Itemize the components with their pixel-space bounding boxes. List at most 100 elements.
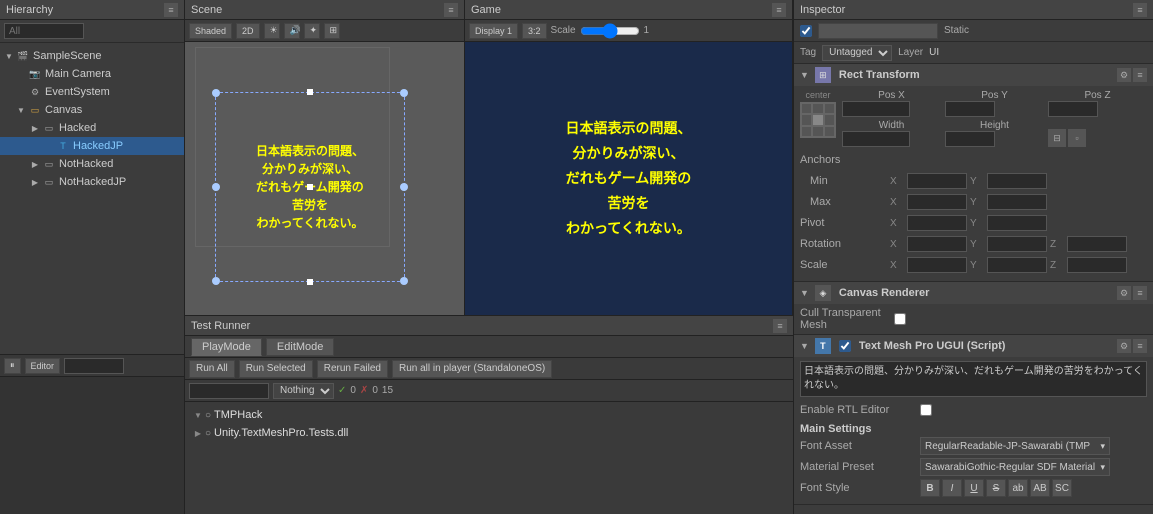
sidebar-item-main-camera[interactable]: 📷 Main Camera bbox=[0, 65, 184, 83]
sidebar-item-hacked[interactable]: ▶ ▭ Hacked bbox=[0, 119, 184, 137]
pause-button[interactable]: ⏸ bbox=[4, 358, 21, 374]
smallcaps-btn[interactable]: SC bbox=[1052, 479, 1072, 497]
rotation-z[interactable]: 0 bbox=[1067, 236, 1127, 252]
expand-arrow: ▼ bbox=[193, 410, 203, 420]
sidebar-item-canvas[interactable]: ▼ ▭ Canvas bbox=[0, 101, 184, 119]
width-field[interactable]: 307.2 bbox=[842, 131, 910, 147]
run-all-btn[interactable]: Run All bbox=[189, 360, 235, 378]
sidebar-item-hacked-jp[interactable]: T HackedJP bbox=[0, 137, 184, 155]
x-count: 0 bbox=[372, 385, 378, 396]
rect-transform-menu-btn[interactable]: ≡ bbox=[1133, 68, 1147, 82]
canvas-renderer-header[interactable]: ▼ ◈ Canvas Renderer ⚙ ≡ bbox=[794, 282, 1153, 304]
pos-y-field[interactable]: 0 bbox=[945, 101, 995, 117]
test-runner-options-btn[interactable]: ≡ bbox=[773, 319, 787, 333]
console-search[interactable] bbox=[64, 358, 124, 374]
pivot-x[interactable]: 0.5 bbox=[907, 215, 967, 231]
game-toolbar: Display 1 3:2 Scale 1 bbox=[465, 20, 792, 42]
height-field[interactable]: 305.2 bbox=[945, 131, 995, 147]
rerun-failed-btn[interactable]: Rerun Failed bbox=[317, 360, 388, 378]
scene-lighting-btn[interactable]: ☀ bbox=[264, 23, 280, 39]
anchor-min-x[interactable]: 0.5 bbox=[907, 173, 967, 189]
run-selected-btn[interactable]: Run Selected bbox=[239, 360, 313, 378]
bold-btn[interactable]: B bbox=[920, 479, 940, 497]
inspector-panel: Inspector ≡ HackedJP Static Tag Untagged… bbox=[793, 0, 1153, 514]
rotation-x[interactable]: 0 bbox=[907, 236, 967, 252]
run-all-player-btn[interactable]: Run all in player (StandaloneOS) bbox=[392, 360, 552, 378]
sidebar-item-eventsystem[interactable]: ⚙ EventSystem bbox=[0, 83, 184, 101]
hierarchy-title: Hierarchy bbox=[6, 4, 53, 16]
canvas-renderer-settings-btn[interactable]: ⚙ bbox=[1117, 286, 1131, 300]
sidebar-item-sample-scene[interactable]: ▼ 🎬 SampleScene bbox=[0, 47, 184, 65]
test-tree-item-tmphack[interactable]: ▼ ○ TMPHack bbox=[189, 406, 789, 424]
hierarchy-search[interactable] bbox=[4, 23, 84, 39]
test-filter-toolbar: Nothing ✓ 0 ✗ 0 15 bbox=[185, 380, 793, 402]
scene-audio-btn[interactable]: 🔊 bbox=[284, 23, 300, 39]
underline-btn[interactable]: U bbox=[964, 479, 984, 497]
text-mesh-pro-header[interactable]: ▼ T Text Mesh Pro UGUI (Script) ⚙ ≡ bbox=[794, 335, 1153, 357]
y-label: Y bbox=[970, 218, 984, 229]
anchors-label: Anchors bbox=[800, 154, 890, 166]
tmp-menu-btn[interactable]: ≡ bbox=[1133, 339, 1147, 353]
scene-effects-btn[interactable]: ✦ bbox=[304, 23, 320, 39]
anchor-max-label: Max bbox=[800, 196, 890, 208]
expand-arrow: ▼ bbox=[4, 51, 14, 61]
sidebar-item-not-hacked[interactable]: ▶ ▭ NotHacked bbox=[0, 155, 184, 173]
font-asset-dropdown[interactable]: RegularReadable-JP-Sawarabi (TMP bbox=[920, 437, 1110, 455]
cull-label: Cull Transparent Mesh bbox=[800, 307, 890, 331]
test-tree-item-dll[interactable]: ▶ ○ Unity.TextMeshPro.Tests.dll bbox=[189, 424, 789, 442]
rtl-checkbox[interactable] bbox=[920, 404, 932, 416]
scene-text-element[interactable]: 日本語表示の問題、分かりみが深い、だれもゲーム開発の苦労をわかってくれない。 bbox=[215, 92, 405, 282]
material-preset-dropdown[interactable]: SawarabiGothic-Regular SDF Material bbox=[920, 458, 1110, 476]
hierarchy-options-btn[interactable]: ≡ bbox=[164, 3, 178, 17]
rect-transform-settings-btn[interactable]: ⚙ bbox=[1117, 68, 1131, 82]
pos-z-field[interactable]: 0 bbox=[1048, 101, 1098, 117]
pos-x-field[interactable]: -5.722046e- bbox=[842, 101, 910, 117]
anchor-max-x[interactable]: 0.5 bbox=[907, 194, 967, 210]
inspector-options-btn[interactable]: ≡ bbox=[1133, 3, 1147, 17]
tmp-settings-btn[interactable]: ⚙ bbox=[1117, 339, 1131, 353]
tmp-active-checkbox[interactable] bbox=[839, 340, 851, 352]
pivot-y[interactable]: 0.5 bbox=[987, 215, 1047, 231]
scale-z[interactable]: 1 bbox=[1067, 257, 1127, 273]
display-dropdown[interactable]: Display 1 bbox=[469, 23, 518, 39]
canvas-icon: ▭ bbox=[28, 103, 42, 117]
test-filter-select[interactable]: Nothing bbox=[273, 383, 334, 399]
pivot-label-field: Pivot bbox=[800, 217, 890, 229]
shading-dropdown[interactable]: Shaded bbox=[189, 23, 232, 39]
lowercase-btn[interactable]: ab bbox=[1008, 479, 1028, 497]
tag-select[interactable]: Untagged bbox=[822, 45, 892, 61]
anchor-min-y[interactable]: 0.5 bbox=[987, 173, 1047, 189]
rect-transform-header[interactable]: ▼ ⊞ Rect Transform ⚙ ≡ bbox=[794, 64, 1153, 86]
scene-gizmos-btn[interactable]: ⊞ bbox=[324, 23, 340, 39]
game-options-btn[interactable]: ≡ bbox=[772, 3, 786, 17]
object-name-field[interactable]: HackedJP bbox=[818, 23, 938, 39]
test-search-input[interactable] bbox=[189, 383, 269, 399]
sidebar-item-not-hacked-jp[interactable]: ▶ ▭ NotHackedJP bbox=[0, 173, 184, 191]
height-label: Height bbox=[945, 120, 1044, 131]
tmp-text-preview[interactable]: 日本語表示の問題、分かりみが深い、だれもゲーム開発の苦労をわかってくれない。 bbox=[800, 361, 1147, 397]
uppercase-btn[interactable]: AB bbox=[1030, 479, 1050, 497]
rotation-label: Rotation bbox=[800, 238, 890, 250]
scale-x[interactable]: 1 bbox=[907, 257, 967, 273]
cull-checkbox[interactable] bbox=[894, 313, 906, 325]
canvas-renderer-menu-btn[interactable]: ≡ bbox=[1133, 286, 1147, 300]
anchor-min-row: Min X 0.5 Y 0.5 bbox=[800, 172, 1147, 190]
constrain-proportions-btn[interactable]: ⊟ bbox=[1048, 129, 1066, 147]
strikethrough-btn[interactable]: S bbox=[986, 479, 1006, 497]
anchor-preset-widget[interactable] bbox=[800, 102, 836, 138]
tab-editmode[interactable]: EditMode bbox=[266, 338, 334, 356]
scale-y[interactable]: 1 bbox=[987, 257, 1047, 273]
2d-toggle[interactable]: 2D bbox=[236, 23, 260, 39]
rotation-y[interactable]: 0 bbox=[987, 236, 1047, 252]
anchor-max-y[interactable]: 0.5 bbox=[987, 194, 1047, 210]
object-active-checkbox[interactable] bbox=[800, 25, 812, 37]
scale-slider[interactable] bbox=[580, 25, 640, 37]
x-label: X bbox=[890, 239, 904, 250]
link-btn[interactable]: ▫ bbox=[1068, 129, 1086, 147]
main-settings-heading: Main Settings bbox=[800, 423, 1147, 435]
italic-btn[interactable]: I bbox=[942, 479, 962, 497]
scene-options-btn[interactable]: ≡ bbox=[444, 3, 458, 17]
editor-mode-btn[interactable]: Editor bbox=[25, 358, 61, 374]
aspect-dropdown[interactable]: 3:2 bbox=[522, 23, 547, 39]
tab-playmode[interactable]: PlayMode bbox=[191, 338, 262, 356]
